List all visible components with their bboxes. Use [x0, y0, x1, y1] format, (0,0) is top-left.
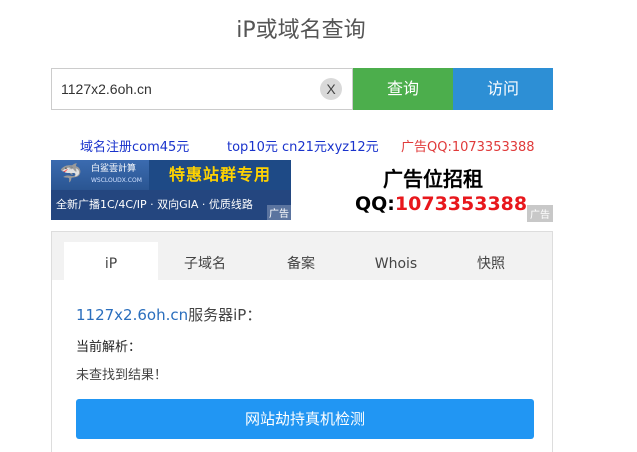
banner-top: 🦈 白鲨雲計算 WSCLOUDX.COM 特惠站群专用: [51, 160, 291, 190]
visit-button[interactable]: 访问: [453, 68, 553, 110]
hijack-check-button[interactable]: 网站劫持真机检测: [76, 399, 534, 439]
ad-link-domain-prices[interactable]: top10元 cn21元xyz12元: [227, 136, 379, 155]
tab-ip[interactable]: iP: [64, 242, 158, 280]
result-title-suffix: 服务器iP：: [188, 306, 262, 324]
shark-logo-icon: 🦈: [59, 163, 83, 184]
result-empty-text: 未查找到结果！: [76, 368, 168, 383]
ad-rent-qq: QQ:1073353388: [355, 193, 527, 215]
ad-link-domain-register[interactable]: 域名注册com45元: [80, 136, 189, 155]
tab-whois[interactable]: Whois: [349, 242, 443, 280]
banner-brand-name: 白鲨雲計算: [91, 164, 137, 174]
ad-rent-title: 广告位招租: [383, 167, 483, 191]
banner-ad-tag: 广告: [267, 205, 291, 220]
tab-bar: iP 子域名 备案 Whois 快照: [52, 232, 552, 280]
tab-icp[interactable]: 备案: [254, 242, 348, 280]
ad-link-qq[interactable]: 广告QQ:1073353388: [401, 136, 535, 155]
result-label: 当前解析：: [76, 340, 142, 355]
banner-headline: 特惠站群专用: [149, 160, 291, 190]
clear-button[interactable]: X: [320, 78, 342, 100]
ad-rent-tag: 广告: [527, 205, 553, 222]
result-title: 1127x2.6oh.cn服务器iP：: [76, 304, 261, 325]
tab-snapshot[interactable]: 快照: [444, 242, 538, 280]
ad-rent-qq-number: 1073353388: [394, 193, 528, 215]
page-title: iP或域名查询: [236, 18, 366, 43]
ad-banner[interactable]: 🦈 白鲨雲計算 WSCLOUDX.COM 特惠站群专用 全新广播1C/4C/IP…: [51, 160, 291, 220]
banner-subline: 全新广播1C/4C/IP · 双向GIA · 优质线路: [51, 190, 291, 220]
banner-brand-sub: WSCLOUDX.COM: [91, 177, 142, 184]
ad-rent-qq-prefix: QQ:: [355, 193, 395, 215]
banner-brand: 白鲨雲計算 WSCLOUDX.COM: [91, 164, 142, 186]
search-input[interactable]: [52, 69, 312, 109]
result-domain[interactable]: 1127x2.6oh.cn: [76, 306, 188, 324]
query-button[interactable]: 查询: [353, 68, 453, 110]
result-panel: iP 子域名 备案 Whois 快照 1127x2.6oh.cn服务器iP： 当…: [51, 231, 553, 452]
search-box: X: [51, 68, 353, 110]
tab-subdomain[interactable]: 子域名: [158, 242, 252, 280]
